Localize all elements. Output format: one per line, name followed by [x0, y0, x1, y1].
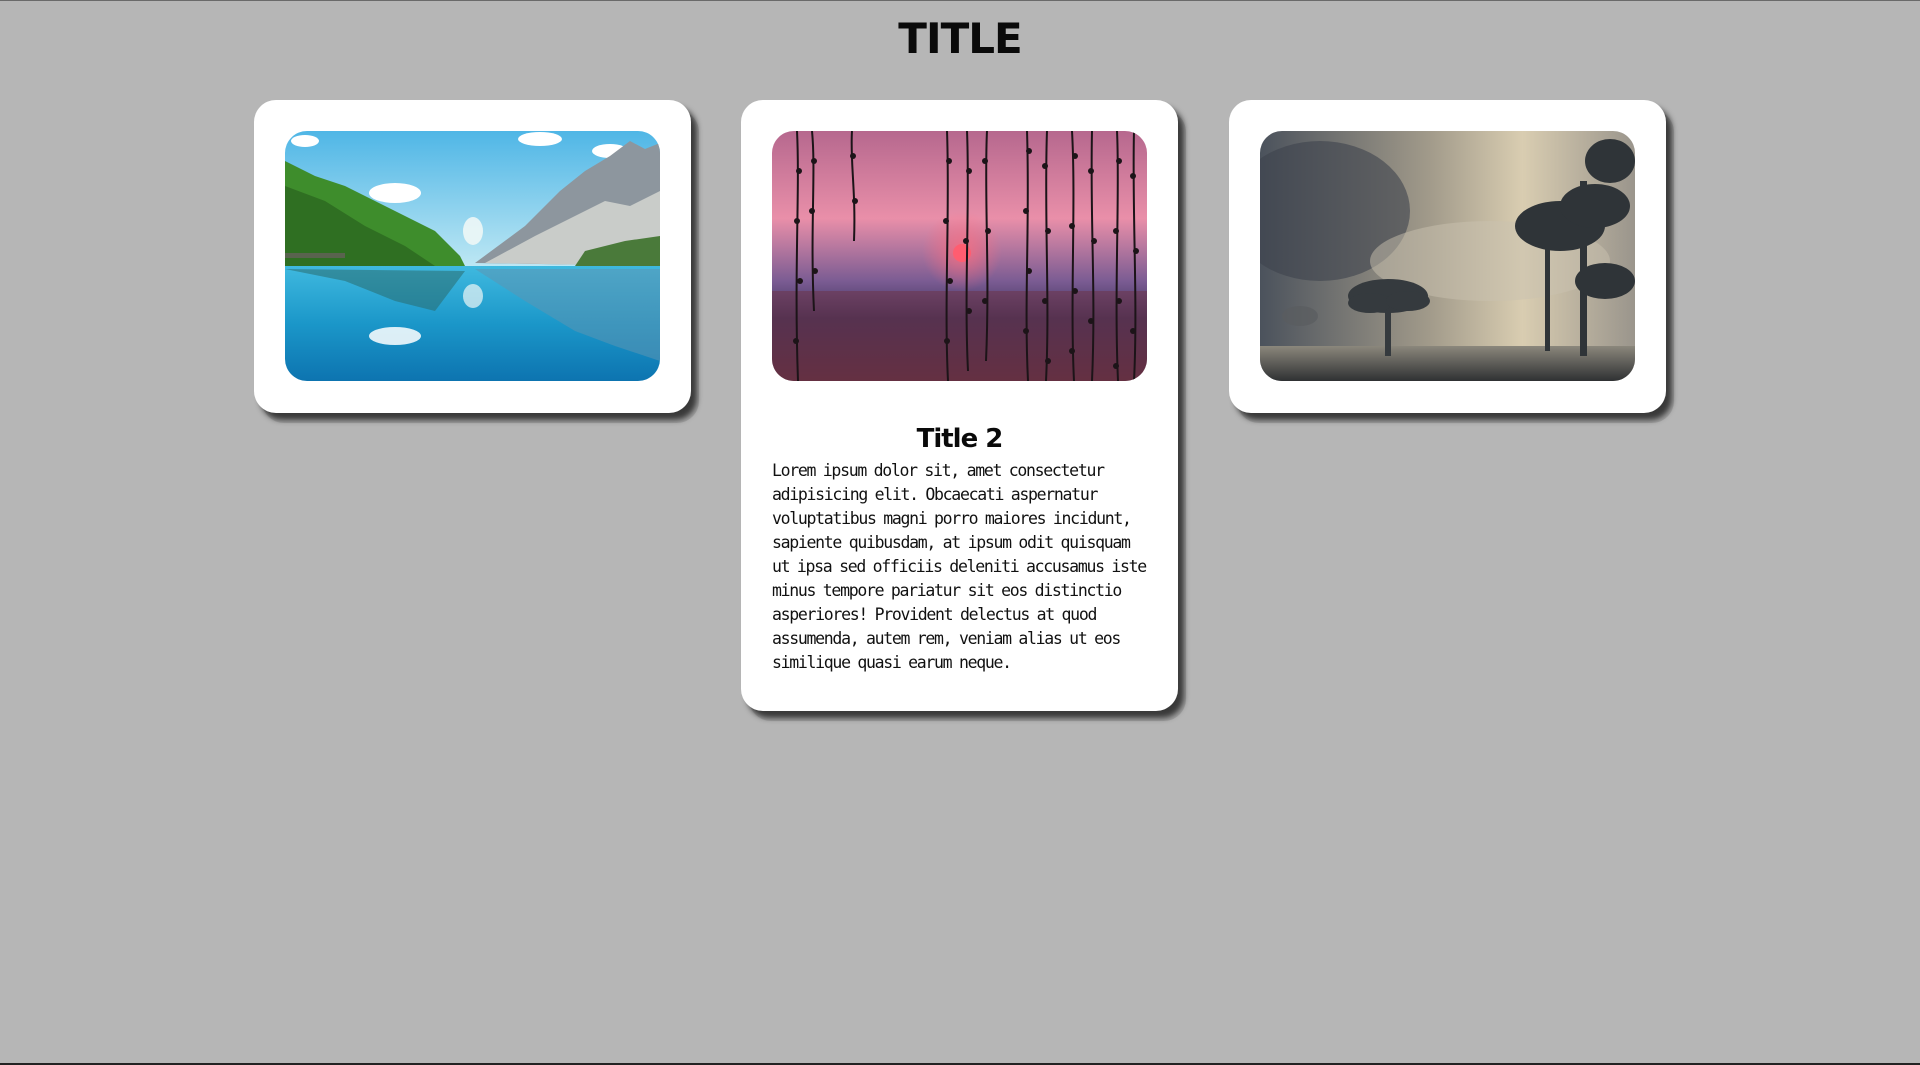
card-2-body: Title 2 Lorem ipsum dolor sit, amet cons…	[772, 381, 1147, 679]
card-2-text: Lorem ipsum dolor sit, amet consectetur …	[772, 461, 1147, 672]
card-2[interactable]: Title 2 Lorem ipsum dolor sit, amet cons…	[741, 100, 1178, 711]
card-image-foggy-trees	[1260, 131, 1635, 381]
card-image-sunset-willow	[772, 131, 1147, 381]
page-title: TITLE	[898, 14, 1022, 63]
card-image-mountain-lake	[285, 131, 660, 381]
card-2-title: Title 2	[916, 424, 1004, 454]
card-1[interactable]	[254, 100, 691, 413]
card-3[interactable]	[1229, 100, 1666, 413]
